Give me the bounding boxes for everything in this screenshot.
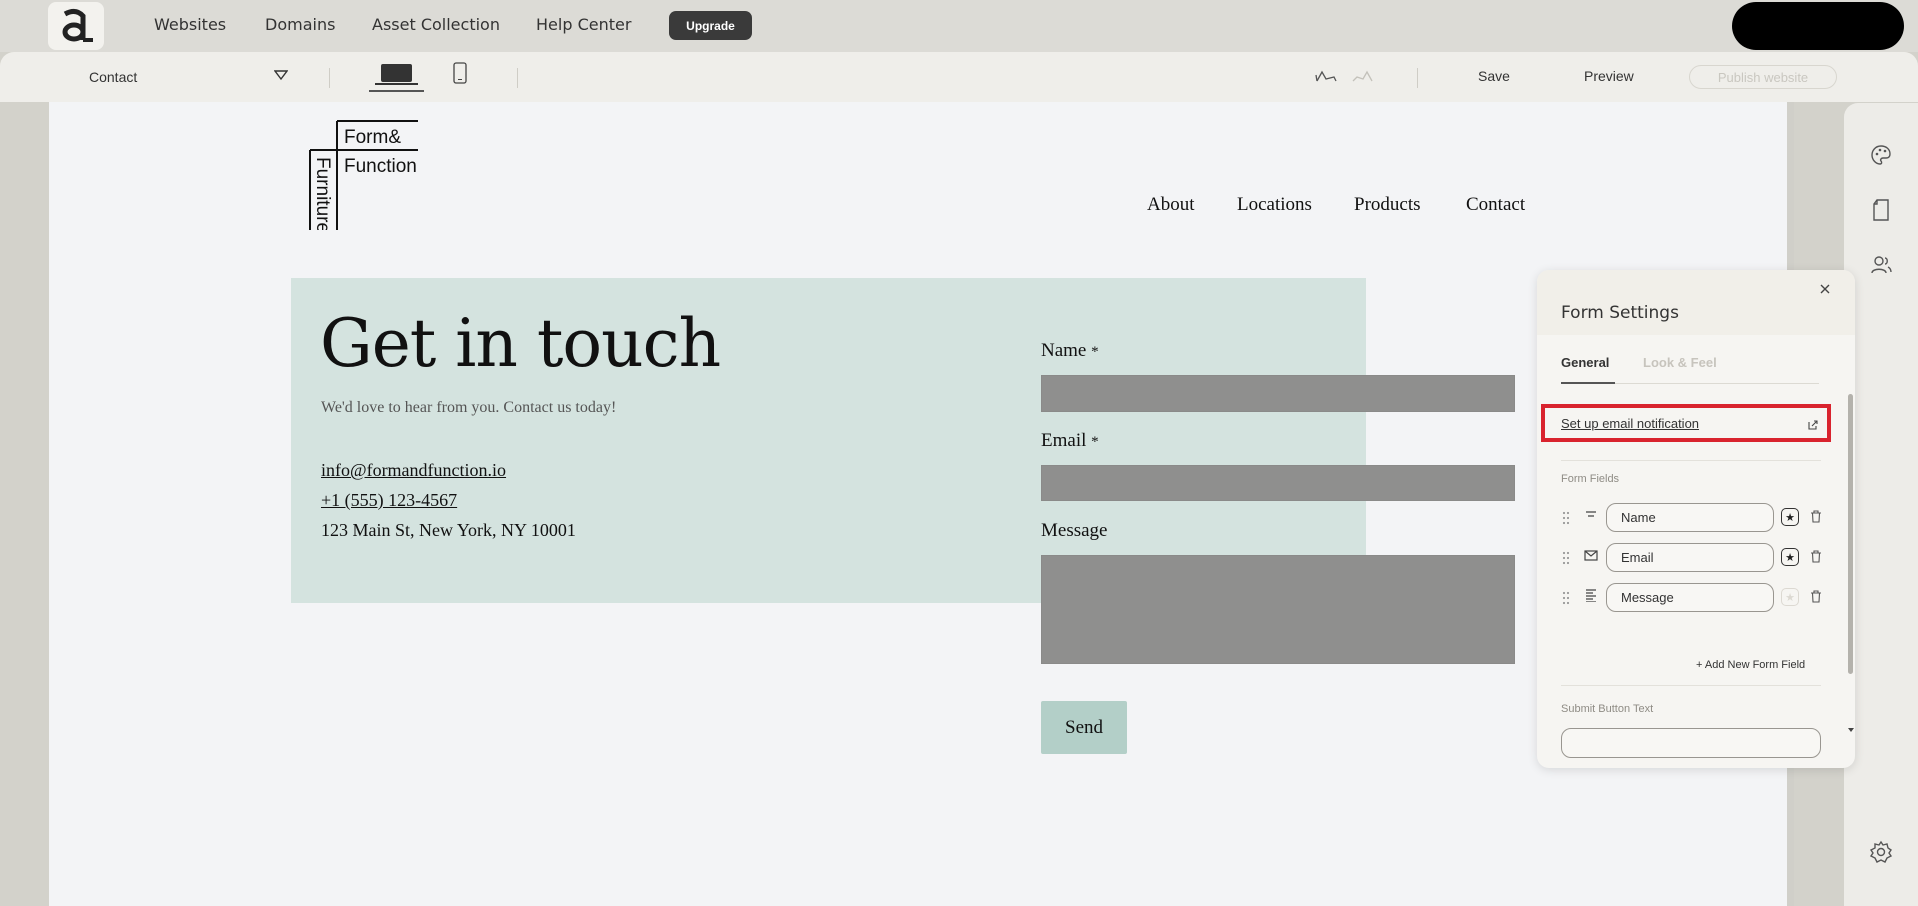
site-nav-about[interactable]: About [1147,194,1195,216]
required-star-icon[interactable]: ★ [1781,588,1799,606]
dropdown-caret-icon[interactable] [274,69,288,81]
site-nav-locations[interactable]: Locations [1237,194,1312,216]
hero-subtitle: We'd love to hear from you. Contact us t… [321,399,617,416]
settings-gear-icon[interactable] [1869,840,1893,864]
trash-icon[interactable] [1810,590,1822,603]
contact-phone-link[interactable]: +1 (555) 123-4567 [321,490,457,511]
brand-logo[interactable]: Form& Function Furniture [308,120,420,230]
section-divider [1561,460,1821,461]
preview-button[interactable]: Preview [1584,68,1634,84]
message-textarea[interactable] [1041,555,1515,664]
mail-icon [1584,550,1598,561]
external-link-icon[interactable] [1807,419,1819,431]
field-email-pill[interactable]: Email [1606,543,1774,572]
drag-handle-icon[interactable] [1561,511,1571,525]
name-input[interactable] [1041,375,1515,412]
tab-general[interactable]: General [1561,355,1609,370]
send-button[interactable]: Send [1041,701,1127,754]
page-icon[interactable] [1869,198,1893,222]
toolbar-divider [329,68,330,88]
section-divider [1561,685,1821,686]
account-menu[interactable] [1732,2,1904,50]
form-fields-label: Form Fields [1561,473,1620,485]
panel-scrollbar[interactable] [1848,394,1853,674]
panel-title: Form Settings [1561,303,1679,323]
required-star-icon[interactable]: ★ [1781,508,1799,526]
tab-look-and-feel[interactable]: Look & Feel [1643,355,1717,370]
toolbar-divider [1417,68,1418,88]
right-rail [1844,103,1918,906]
contact-email-link[interactable]: info@formandfunction.io [321,460,506,481]
trash-icon[interactable] [1810,510,1822,523]
drag-handle-icon[interactable] [1561,551,1571,565]
field-message-pill[interactable]: Message [1606,583,1774,612]
publish-website-button[interactable]: Publish website [1689,65,1837,89]
users-icon[interactable] [1869,253,1893,277]
setup-email-notification-link[interactable]: Set up email notification [1561,416,1699,431]
close-icon[interactable] [1818,282,1832,296]
toolbar-divider [517,68,518,88]
short-text-icon [1586,511,1596,517]
upgrade-button[interactable]: Upgrade [669,11,752,40]
nav-asset-collection[interactable]: Asset Collection [372,15,500,34]
form-settings-panel: Form Settings General Look & Feel Set up… [1537,270,1855,768]
brand-logo-line1: Form& [344,127,401,148]
drag-handle-icon[interactable] [1561,591,1571,605]
page-selector[interactable]: Contact [89,69,137,85]
add-form-field-button[interactable]: + Add New Form Field [1696,659,1805,671]
paragraph-icon [1586,589,1596,602]
desktop-icon[interactable] [369,62,424,92]
nav-domains[interactable]: Domains [265,15,335,34]
submit-button-text-label: Submit Button Text [1561,703,1654,715]
app-logo-icon[interactable] [48,2,104,50]
submit-button-text-input[interactable] [1561,728,1821,758]
scroll-down-icon[interactable] [1847,726,1855,734]
editor-toolbar: Contact Save Preview Publish website [0,52,1918,102]
mobile-icon[interactable] [453,62,467,84]
contact-address: 123 Main St, New York, NY 10001 [321,520,576,540]
trash-icon[interactable] [1810,550,1822,563]
message-field-label: Message [1041,520,1108,541]
brand-logo-line3: Furniture [312,157,333,230]
active-tab-indicator [1561,382,1615,384]
email-field-label: Email * [1041,430,1099,451]
site-nav-products[interactable]: Products [1354,194,1421,216]
save-button[interactable]: Save [1478,68,1510,84]
brand-logo-line2: Function [344,156,417,177]
nav-help-center[interactable]: Help Center [536,15,631,34]
undo-icon[interactable] [1314,69,1338,85]
required-star-icon[interactable]: ★ [1781,548,1799,566]
field-name-pill[interactable]: Name [1606,503,1774,532]
top-navigation: Websites Domains Asset Collection Help C… [0,0,1918,52]
name-field-label: Name * [1041,340,1099,361]
email-input[interactable] [1041,465,1515,501]
site-nav-contact[interactable]: Contact [1466,194,1525,216]
palette-icon[interactable] [1869,143,1893,167]
redo-icon[interactable] [1351,69,1375,85]
hero-title: Get in touch [320,305,721,382]
nav-websites[interactable]: Websites [154,15,226,34]
